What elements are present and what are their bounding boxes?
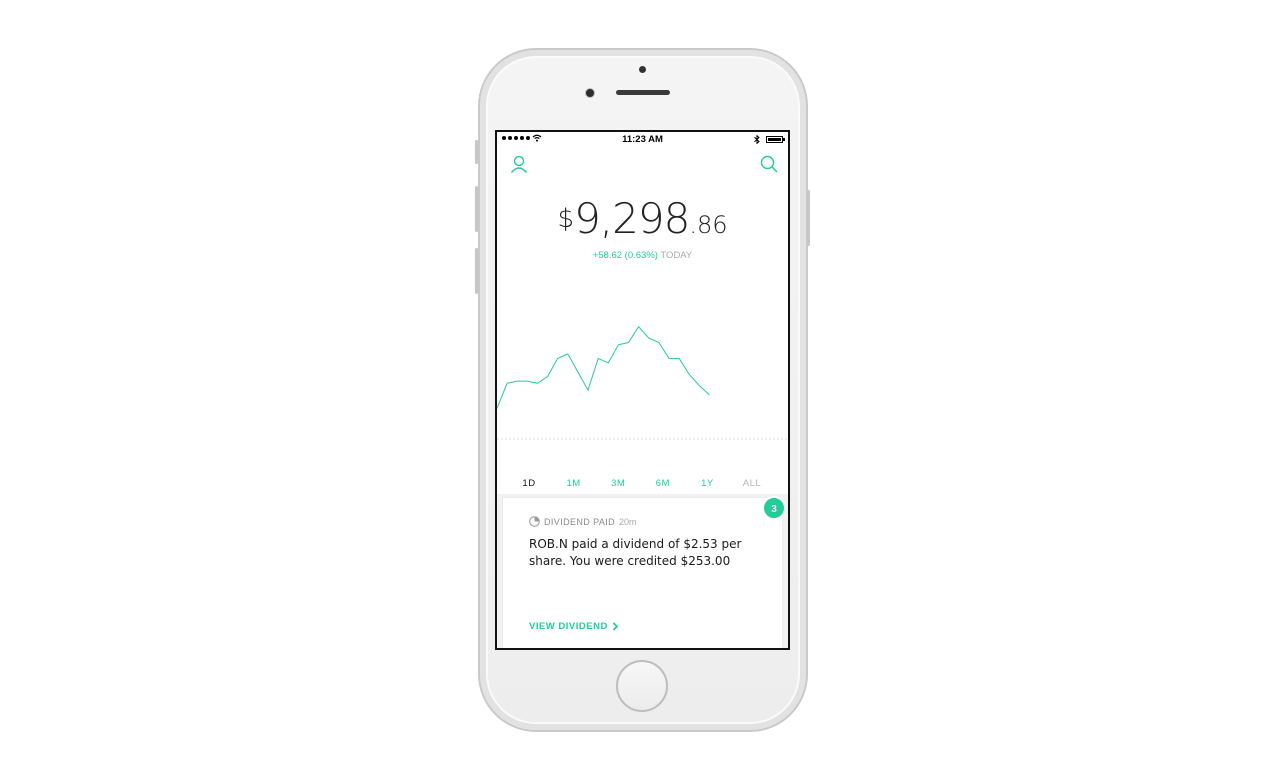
portfolio-chart[interactable] <box>497 300 788 442</box>
home-button[interactable] <box>616 660 668 712</box>
view-dividend-label: VIEW DIVIDEND <box>529 621 608 632</box>
daily-change: +58.62 (0.63%) TODAY <box>497 250 788 261</box>
mute-switch <box>475 140 478 164</box>
battery-icon <box>766 136 785 143</box>
status-time: 11:23 AM <box>622 134 663 145</box>
power-button <box>807 190 810 246</box>
volume-down-button <box>475 248 478 294</box>
card-header: DIVIDEND PAID 20m <box>529 516 637 527</box>
chart-line <box>497 325 710 409</box>
tab-all[interactable]: ALL <box>734 476 770 494</box>
tab-3m[interactable]: 3M <box>600 476 636 494</box>
tab-1d[interactable]: 1D <box>511 476 547 496</box>
change-period: TODAY <box>660 250 693 261</box>
profile-button[interactable] <box>509 154 529 174</box>
earpiece-speaker <box>616 90 670 95</box>
card-time: 20m <box>619 516 637 527</box>
value-main: 9,298 <box>574 194 690 243</box>
status-bar: 11:23 AM <box>497 132 788 148</box>
tab-6m[interactable]: 6M <box>645 476 681 494</box>
notification-count-badge[interactable]: 3 <box>762 496 786 520</box>
cards-area: DIVIDEND PAID 20m ROB.N paid a dividend … <box>497 494 788 648</box>
person-outline-icon <box>510 155 528 173</box>
bluetooth-icon <box>754 135 760 144</box>
front-camera <box>585 88 595 98</box>
change-amount: +58.62 (0.63%) <box>592 250 658 261</box>
tab-1m[interactable]: 1M <box>556 476 592 494</box>
chevron-right-icon <box>612 622 619 631</box>
search-icon <box>760 155 778 173</box>
pie-chart-icon <box>529 516 540 527</box>
value-cents: .86 <box>689 211 728 239</box>
card-title: DIVIDEND PAID <box>544 516 616 527</box>
proximity-sensor <box>639 66 646 73</box>
app-screen: 11:23 AM $9,298.86 +58.62 (0.63%) TODAY … <box>495 130 790 650</box>
volume-up-button <box>475 186 478 232</box>
search-button[interactable] <box>759 154 779 174</box>
tab-1y[interactable]: 1Y <box>689 476 725 494</box>
currency-symbol: $ <box>557 204 575 234</box>
notification-card[interactable]: DIVIDEND PAID 20m ROB.N paid a dividend … <box>503 498 782 648</box>
view-dividend-link[interactable]: VIEW DIVIDEND <box>529 621 619 632</box>
portfolio-value: $9,298.86 <box>497 194 788 243</box>
time-range-tabs: 1D 1M 3M 6M 1Y ALL <box>511 476 777 496</box>
card-message: ROB.N paid a dividend of $2.53 per share… <box>529 537 742 568</box>
